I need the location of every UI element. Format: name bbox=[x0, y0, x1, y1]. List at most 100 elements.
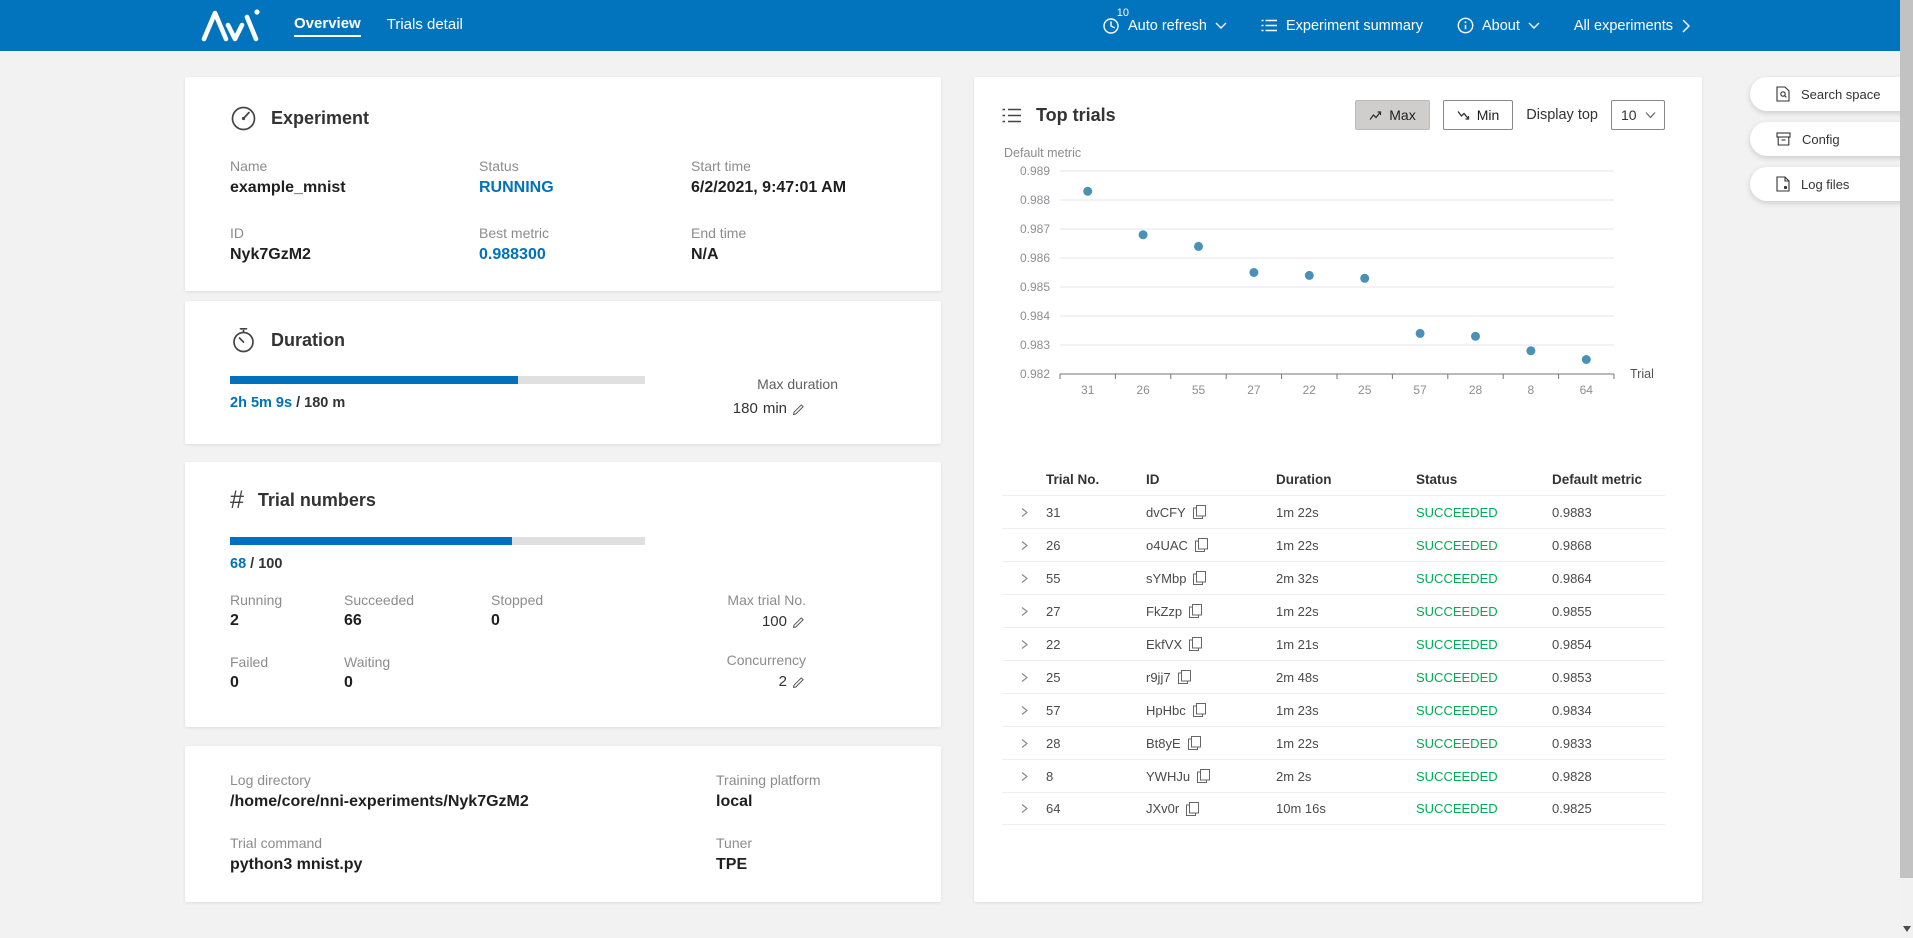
top-trials-table-body: 31dvCFY 1m 22sSUCCEEDED0.988326o4UAC 1m … bbox=[1002, 495, 1665, 825]
max-trial-label: Max trial No. bbox=[727, 592, 806, 608]
experiment-card-title: Experiment bbox=[271, 108, 369, 129]
table-row[interactable]: 25r9jj7 2m 48sSUCCEEDED0.9853 bbox=[1002, 660, 1665, 693]
table-row[interactable]: 55sYMbp 2m 32sSUCCEEDED0.9864 bbox=[1002, 561, 1665, 594]
trial-no-cell: 28 bbox=[1046, 736, 1146, 751]
duration-cell: 2m 32s bbox=[1276, 571, 1416, 586]
max-duration-value: 180 min bbox=[733, 400, 838, 417]
copy-icon[interactable] bbox=[1193, 571, 1206, 585]
edit-pencil-icon[interactable] bbox=[792, 615, 806, 629]
display-top-select[interactable]: 10 bbox=[1611, 100, 1665, 130]
log-files-button[interactable]: Log files bbox=[1750, 167, 1913, 201]
copy-icon[interactable] bbox=[1188, 736, 1201, 750]
svg-text:26: 26 bbox=[1136, 383, 1150, 397]
table-row[interactable]: 28Bt8yE 1m 22sSUCCEEDED0.9833 bbox=[1002, 726, 1665, 759]
status-cell: SUCCEEDED bbox=[1416, 769, 1552, 784]
experiment-summary-button[interactable]: Experiment summary bbox=[1261, 18, 1423, 34]
log-files-label: Log files bbox=[1801, 177, 1849, 192]
summary-list-icon bbox=[1261, 18, 1278, 33]
copy-icon[interactable] bbox=[1193, 505, 1206, 519]
stat-failed: Failed 0 bbox=[230, 654, 344, 692]
trial-no-cell: 55 bbox=[1046, 571, 1146, 586]
copy-icon[interactable] bbox=[1195, 538, 1208, 552]
trial-no-cell: 8 bbox=[1046, 769, 1146, 784]
chevron-down-icon bbox=[1528, 21, 1540, 30]
duration-cell: 1m 22s bbox=[1276, 736, 1416, 751]
duration-progress-text: 2h 5m 9s / 180 m bbox=[230, 395, 650, 411]
trial-id-cell: Bt8yE bbox=[1146, 736, 1276, 751]
page-scrollbar[interactable] bbox=[1900, 0, 1913, 938]
config-button[interactable]: Config bbox=[1750, 122, 1913, 156]
max-button[interactable]: Max bbox=[1355, 100, 1429, 130]
table-row[interactable]: 26o4UAC 1m 22sSUCCEEDED0.9868 bbox=[1002, 528, 1665, 561]
svg-text:8: 8 bbox=[1528, 383, 1535, 397]
scrollbar-down-arrow-icon[interactable] bbox=[1903, 926, 1911, 932]
expand-row-chevron-icon[interactable] bbox=[1002, 572, 1046, 585]
copy-icon[interactable] bbox=[1193, 703, 1206, 717]
top-trials-table: Trial No. ID Duration Status Default met… bbox=[1002, 463, 1665, 825]
experiment-id-field: ID Nyk7GzM2 bbox=[230, 225, 479, 264]
copy-icon[interactable] bbox=[1189, 637, 1202, 651]
expand-row-chevron-icon[interactable] bbox=[1002, 802, 1046, 815]
trial-id-cell: FkZzp bbox=[1146, 604, 1276, 619]
expand-row-chevron-icon[interactable] bbox=[1002, 671, 1046, 684]
top-nav-bar: Overview Trials detail 10 Auto refresh bbox=[0, 0, 1913, 51]
expand-row-chevron-icon[interactable] bbox=[1002, 770, 1046, 783]
table-row[interactable]: 57HpHbc 1m 23sSUCCEEDED0.9834 bbox=[1002, 693, 1665, 726]
trial-id-cell: HpHbc bbox=[1146, 703, 1276, 718]
experiment-summary-label: Experiment summary bbox=[1286, 18, 1423, 34]
experiment-best-metric-field: Best metric 0.988300 bbox=[479, 225, 691, 264]
svg-text:0.985: 0.985 bbox=[1020, 280, 1050, 294]
svg-text:57: 57 bbox=[1413, 383, 1427, 397]
expand-row-chevron-icon[interactable] bbox=[1002, 605, 1046, 618]
expand-row-chevron-icon[interactable] bbox=[1002, 539, 1046, 552]
about-label: About bbox=[1482, 18, 1520, 34]
scrollbar-thumb[interactable] bbox=[1900, 0, 1913, 878]
status-cell: SUCCEEDED bbox=[1416, 604, 1552, 619]
copy-icon[interactable] bbox=[1178, 670, 1191, 684]
about-menu[interactable]: About bbox=[1457, 17, 1540, 34]
svg-text:64: 64 bbox=[1580, 383, 1594, 397]
concurrency-block: Concurrency 2 bbox=[727, 652, 806, 690]
trial-no-cell: 26 bbox=[1046, 538, 1146, 553]
expand-row-chevron-icon[interactable] bbox=[1002, 638, 1046, 651]
duration-card-title: Duration bbox=[271, 330, 345, 351]
copy-icon[interactable] bbox=[1189, 604, 1202, 618]
header-default-metric: Default metric bbox=[1552, 472, 1665, 487]
metric-cell: 0.9883 bbox=[1552, 505, 1665, 520]
auto-refresh-control[interactable]: 10 Auto refresh bbox=[1102, 17, 1227, 35]
trial-no-cell: 57 bbox=[1046, 703, 1146, 718]
copy-icon[interactable] bbox=[1197, 769, 1210, 783]
edit-pencil-icon[interactable] bbox=[792, 675, 806, 689]
config-label: Config bbox=[1802, 132, 1840, 147]
expand-row-chevron-icon[interactable] bbox=[1002, 737, 1046, 750]
expand-row-chevron-icon[interactable] bbox=[1002, 506, 1046, 519]
svg-text:Trial: Trial bbox=[1630, 367, 1654, 381]
svg-text:0.983: 0.983 bbox=[1020, 338, 1050, 352]
expand-row-chevron-icon[interactable] bbox=[1002, 704, 1046, 717]
all-experiments-link[interactable]: All experiments bbox=[1574, 18, 1690, 34]
trial-no-cell: 22 bbox=[1046, 637, 1146, 652]
table-row[interactable]: 27FkZzp 1m 22sSUCCEEDED0.9855 bbox=[1002, 594, 1665, 627]
svg-text:Default metric: Default metric bbox=[1004, 146, 1081, 160]
trial-numbers-card: # Trial numbers 68 / 100 Running bbox=[185, 462, 941, 727]
table-row[interactable]: 31dvCFY 1m 22sSUCCEEDED0.9883 bbox=[1002, 495, 1665, 528]
experiment-status-field: Status RUNNING bbox=[479, 158, 691, 197]
trial-stats-grid: Running 2 Succeeded 66 Stopped 0 Faile bbox=[230, 592, 650, 692]
tab-trials-detail[interactable]: Trials detail bbox=[387, 16, 463, 36]
tab-overview[interactable]: Overview bbox=[294, 15, 361, 37]
trial-no-cell: 64 bbox=[1046, 801, 1146, 816]
copy-icon[interactable] bbox=[1186, 802, 1199, 816]
side-buttons: Search space Config Log files bbox=[1750, 77, 1913, 201]
table-row[interactable]: 8YWHJu 2m 2sSUCCEEDED0.9828 bbox=[1002, 759, 1665, 792]
edit-pencil-icon[interactable] bbox=[792, 402, 806, 416]
table-row[interactable]: 64JXv0r 10m 16sSUCCEEDED0.9825 bbox=[1002, 792, 1665, 825]
table-row[interactable]: 22EkfVX 1m 21sSUCCEEDED0.9854 bbox=[1002, 627, 1665, 660]
min-button[interactable]: Min bbox=[1443, 100, 1514, 130]
search-space-button[interactable]: Search space bbox=[1750, 77, 1913, 111]
nni-logo bbox=[200, 8, 262, 44]
trial-id-cell: JXv0r bbox=[1146, 801, 1276, 816]
duration-card: Duration 2h 5m 9s / 180 m Max duration bbox=[185, 301, 941, 444]
duration-cell: 1m 23s bbox=[1276, 703, 1416, 718]
max-trial-block: Max trial No. 100 bbox=[727, 592, 806, 630]
trial-id-cell: sYMbp bbox=[1146, 571, 1276, 586]
